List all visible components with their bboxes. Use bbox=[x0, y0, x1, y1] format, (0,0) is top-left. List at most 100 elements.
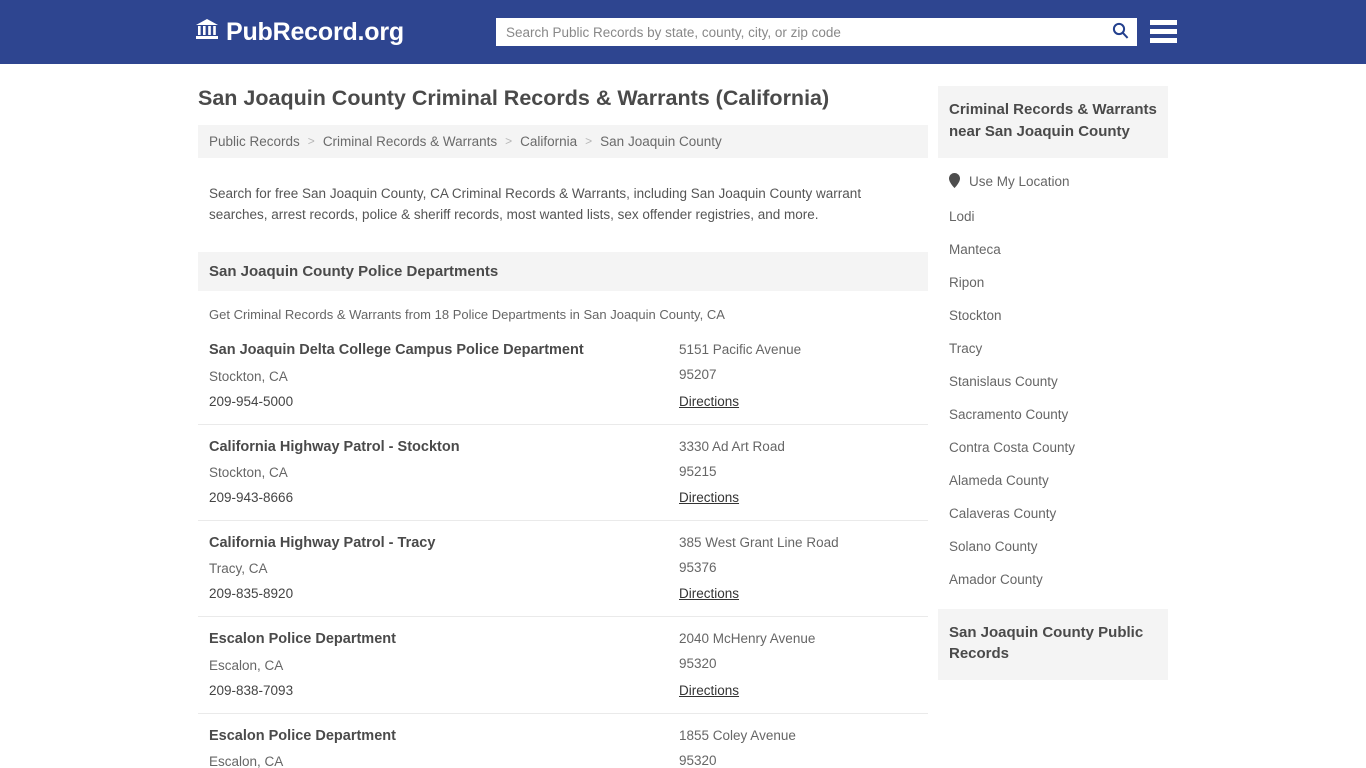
listing-city: Tracy, CA bbox=[209, 561, 268, 577]
sidebar-item-label: Amador County bbox=[949, 571, 1043, 587]
listing-street: 2040 McHenry Avenue bbox=[679, 631, 816, 647]
page-body: San Joaquin County Criminal Records & Wa… bbox=[0, 64, 1366, 768]
listing-street: 1855 Coley Avenue bbox=[679, 727, 796, 743]
sidebar-near-heading: Criminal Records & Warrants near San Joa… bbox=[938, 86, 1168, 158]
sidebar-item-place[interactable]: Alameda County bbox=[938, 464, 1168, 497]
sidebar-public-records-heading: San Joaquin County Public Records bbox=[938, 608, 1168, 680]
listing-left: San Joaquin Delta College Campus Police … bbox=[209, 342, 679, 410]
content-container: San Joaquin County Criminal Records & Wa… bbox=[198, 86, 1168, 768]
listing-phone[interactable]: 209-838-7093 bbox=[209, 683, 679, 699]
search-icon bbox=[1112, 22, 1129, 42]
listing-row: Escalon Police Department Escalon, CA 209-… bbox=[198, 616, 928, 712]
listing-left: Escalon Police DepartmentEscalon, CA209-… bbox=[209, 728, 679, 768]
breadcrumb-separator-icon: > bbox=[307, 134, 315, 149]
sidebar-item-label: Contra Costa County bbox=[949, 439, 1076, 455]
hamburger-bar-2 bbox=[1150, 29, 1177, 34]
listing-right: 1855 Coley Avenue95320Directions bbox=[679, 728, 917, 768]
main-column: San Joaquin County Criminal Records & Wa… bbox=[198, 86, 928, 768]
listing-org-name: Escalon Police Department bbox=[209, 631, 396, 648]
listings-list: San Joaquin Delta College Campus Police … bbox=[198, 328, 928, 768]
sidebar-places-list: Lodi Manteca Ripon Stockton Tracy Stanislaus … bbox=[938, 200, 1168, 596]
search-input[interactable] bbox=[496, 18, 1103, 46]
listing-left: California Highway Patrol - Stockton Stoc… bbox=[209, 439, 679, 507]
listing-left: Escalon Police Department Escalon, CA 209-… bbox=[209, 631, 679, 699]
site-logo-text: PubRecord.org bbox=[226, 17, 404, 46]
directions-link[interactable]: Directions bbox=[679, 490, 739, 505]
sidebar: Criminal Records & Warrants near San Joa… bbox=[938, 86, 1168, 768]
hamburger-menu-button[interactable] bbox=[1150, 20, 1177, 43]
breadcrumb-separator-icon: > bbox=[505, 134, 513, 149]
listing-org-name: San Joaquin Delta College Campus Police … bbox=[209, 342, 584, 359]
listing-org-name: Escalon Police Department bbox=[209, 727, 396, 744]
listing-city: Stockton, CA bbox=[209, 368, 288, 384]
sidebar-item-label: Stockton bbox=[949, 307, 1002, 323]
sidebar-item-place[interactable]: Sacramento County bbox=[938, 398, 1168, 431]
listing-phone[interactable]: 209-954-5000 bbox=[209, 394, 679, 410]
sidebar-item-place[interactable]: Lodi bbox=[938, 200, 1168, 233]
sidebar-item-use-my-location[interactable]: Use My Location bbox=[938, 164, 1168, 200]
listing-street: 385 West Grant Line Road bbox=[679, 534, 839, 550]
sidebar-item-label: Use My Location bbox=[969, 174, 1070, 189]
breadcrumb-separator-icon: > bbox=[585, 134, 593, 149]
listing-street: 5151 Pacific Avenue bbox=[679, 342, 802, 358]
directions-link[interactable]: Directions bbox=[679, 683, 739, 698]
listing-zip: 95376 bbox=[679, 560, 717, 576]
sidebar-item-place[interactable]: Amador County bbox=[938, 563, 1168, 596]
sidebar-item-place[interactable]: Manteca bbox=[938, 233, 1168, 266]
sidebar-nearby-list: Use My Location Lodi Manteca Ripon Stockton… bbox=[938, 164, 1168, 596]
listing-row: San Joaquin Delta College Campus Police … bbox=[198, 328, 928, 423]
sidebar-item-place[interactable]: Stockton bbox=[938, 299, 1168, 332]
sidebar-item-label: Ripon bbox=[949, 274, 985, 290]
sidebar-item-label: Stanislaus County bbox=[949, 373, 1058, 389]
listing-right: 3330 Ad Art Road 95215 Directions bbox=[679, 439, 917, 507]
sidebar-item-place[interactable]: Calaveras County bbox=[938, 497, 1168, 530]
listing-city: Stockton, CA bbox=[209, 464, 288, 480]
sidebar-item-place[interactable]: Ripon bbox=[938, 266, 1168, 299]
listing-row: California Highway Patrol - Tracy Tracy, … bbox=[198, 519, 928, 616]
listing-city: Escalon, CA bbox=[209, 657, 284, 673]
sidebar-item-label: Sacramento County bbox=[949, 406, 1069, 422]
directions-link[interactable]: Directions bbox=[679, 586, 739, 601]
listing-street: 3330 Ad Art Road bbox=[679, 438, 785, 454]
listing-row: California Highway Patrol - Stockton Stoc… bbox=[198, 423, 928, 520]
breadcrumb-item-san-joaquin-county[interactable]: San Joaquin County bbox=[600, 134, 722, 149]
sidebar-item-label: Tracy bbox=[949, 340, 983, 356]
breadcrumb-item-public-records[interactable]: Public Records bbox=[209, 134, 300, 149]
sidebar-item-label: Solano County bbox=[949, 538, 1038, 554]
site-header: PubRecord.org bbox=[0, 0, 1366, 64]
hamburger-bar-3 bbox=[1150, 38, 1177, 43]
listing-right: 5151 Pacific Avenue 95207 Directions bbox=[679, 342, 917, 410]
breadcrumb-item-california[interactable]: California bbox=[520, 134, 577, 149]
listing-left: California Highway Patrol - Tracy Tracy, … bbox=[209, 535, 679, 603]
site-logo-link[interactable]: PubRecord.org bbox=[195, 18, 404, 46]
section-heading: San Joaquin County Police Departments bbox=[198, 252, 928, 292]
listing-zip: 95207 bbox=[679, 367, 717, 383]
sidebar-item-label: Lodi bbox=[949, 208, 975, 224]
search-button[interactable] bbox=[1103, 18, 1137, 46]
listing-right: 385 West Grant Line Road 95376 Directions bbox=[679, 535, 917, 603]
map-pin-icon bbox=[949, 172, 960, 191]
hamburger-bar-1 bbox=[1150, 20, 1177, 25]
sidebar-item-place[interactable]: Stanislaus County bbox=[938, 365, 1168, 398]
sidebar-item-label: Calaveras County bbox=[949, 505, 1057, 521]
listing-org-name: California Highway Patrol - Tracy bbox=[209, 534, 436, 551]
listing-zip: 95215 bbox=[679, 463, 717, 479]
listing-phone[interactable]: 209-835-8920 bbox=[209, 586, 679, 602]
section-subheading: Get Criminal Records & Warrants from 18 … bbox=[209, 307, 725, 323]
search-bar bbox=[496, 18, 1137, 46]
listing-city: Escalon, CA bbox=[209, 754, 284, 768]
page-intro-text: Search for free San Joaquin County, CA C… bbox=[209, 186, 862, 223]
listing-row: Escalon Police DepartmentEscalon, CA209-… bbox=[198, 712, 928, 768]
bank-icon bbox=[195, 18, 219, 46]
listing-zip: 95320 bbox=[679, 752, 717, 768]
directions-link[interactable]: Directions bbox=[679, 394, 739, 409]
sidebar-item-place[interactable]: Contra Costa County bbox=[938, 431, 1168, 464]
sidebar-item-place[interactable]: Solano County bbox=[938, 530, 1168, 563]
listing-phone[interactable]: 209-943-8666 bbox=[209, 490, 679, 506]
sidebar-item-label: Alameda County bbox=[949, 472, 1049, 488]
listing-zip: 95320 bbox=[679, 656, 717, 672]
breadcrumb-item-criminal-records[interactable]: Criminal Records & Warrants bbox=[323, 134, 497, 149]
sidebar-item-place[interactable]: Tracy bbox=[938, 332, 1168, 365]
listing-org-name: California Highway Patrol - Stockton bbox=[209, 438, 460, 455]
listing-right: 2040 McHenry Avenue 95320 Directions bbox=[679, 631, 917, 699]
